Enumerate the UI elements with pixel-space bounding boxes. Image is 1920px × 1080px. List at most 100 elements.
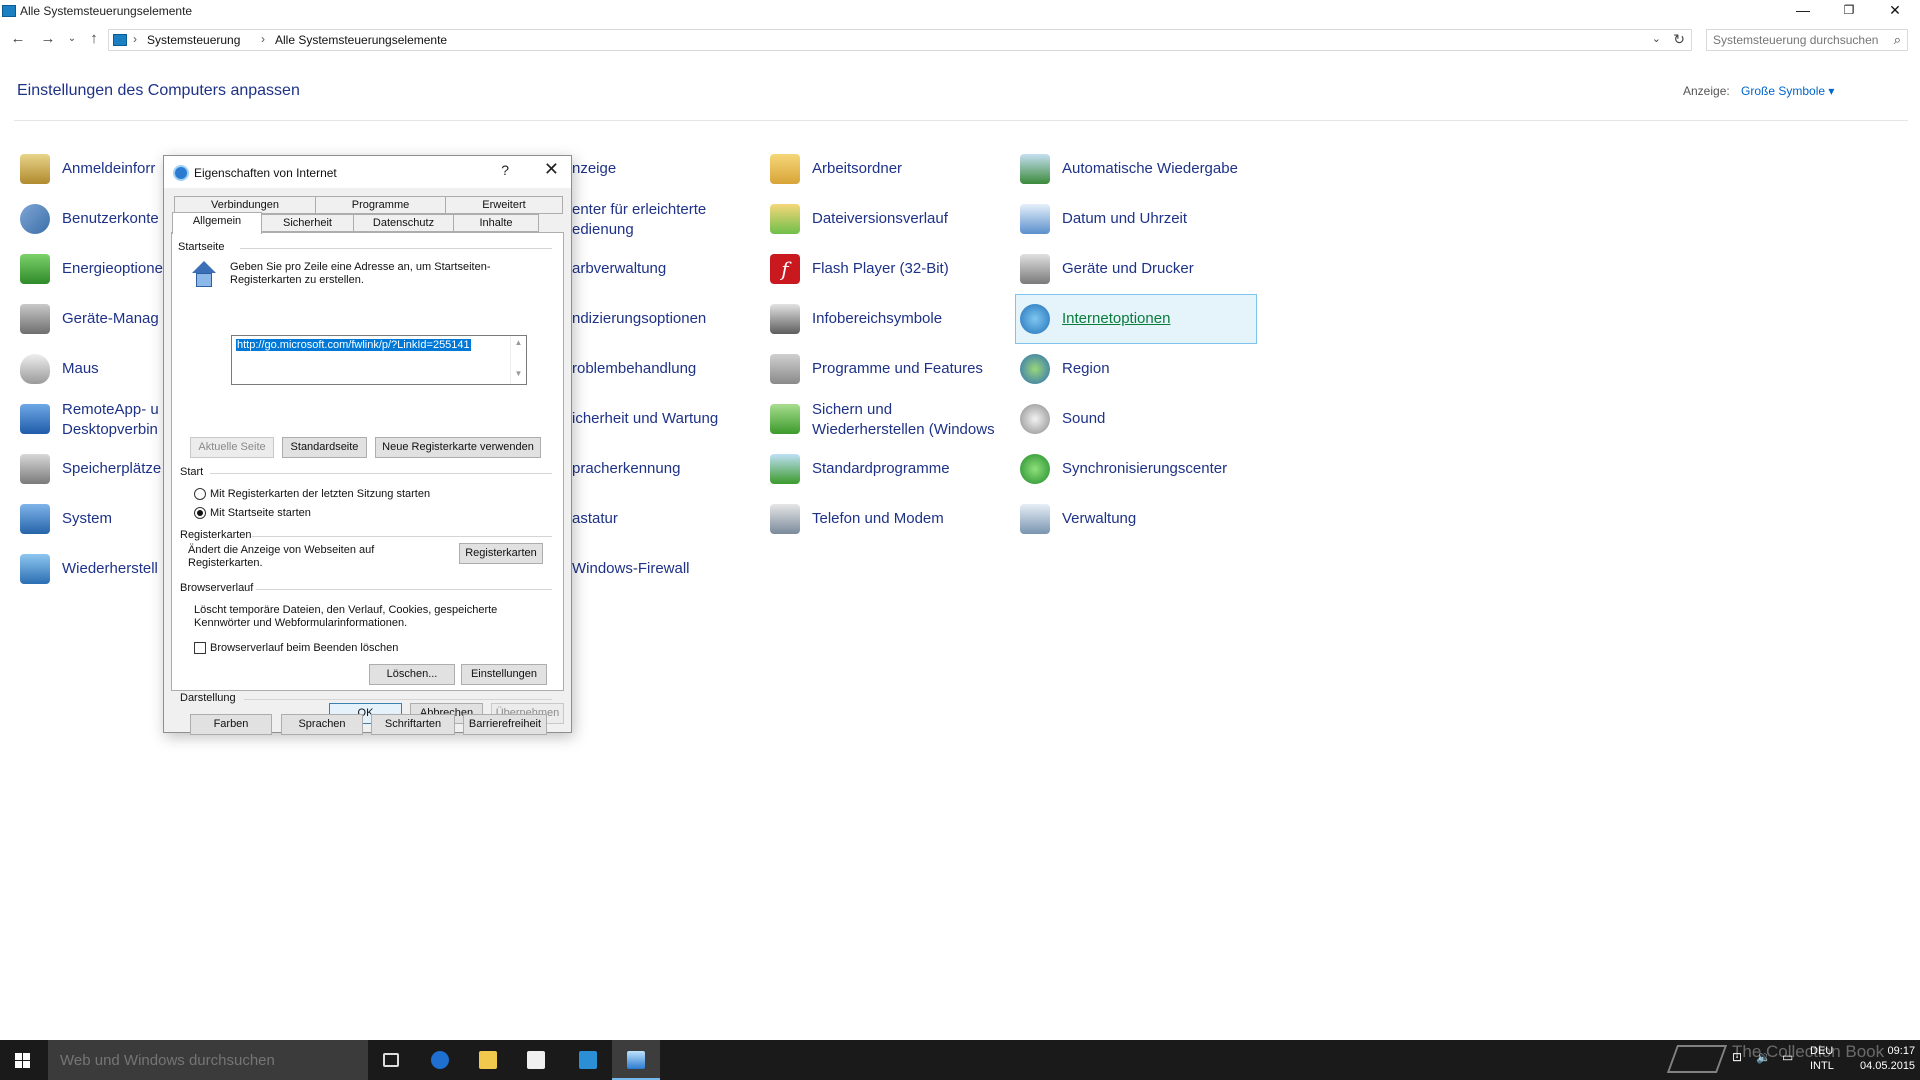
cp-item-geraete-drucker[interactable]: Geräte und Drucker (1018, 246, 1258, 294)
scroll-up-arrow-icon[interactable]: ▲ (511, 338, 526, 347)
task-view-icon (383, 1053, 399, 1067)
radio-start-homepage-label[interactable]: Mit Startseite starten (210, 507, 311, 520)
delete-history-on-exit-checkbox[interactable] (194, 642, 206, 654)
taskbar: ⊡ 🔉 ▭ DEU INTL 09:17 04.05.2015 (0, 1040, 1920, 1080)
window-title: Alle Systemsteuerungselemente (20, 4, 193, 18)
recent-locations-chevron-icon[interactable]: ⌄ (62, 30, 82, 50)
work-folders-icon (770, 154, 800, 184)
tab-sicherheit[interactable]: Sicherheit (261, 214, 354, 232)
taskbar-app-control-panel[interactable] (564, 1040, 612, 1080)
taskbar-app-ie[interactable] (416, 1040, 464, 1080)
cp-item-standardprogramme[interactable]: Standardprogramme (768, 446, 1008, 494)
notification-area-icon (770, 304, 800, 334)
programs-features-icon (770, 354, 800, 384)
minimize-button[interactable]: — (1780, 0, 1826, 22)
page-title: Einstellungen des Computers anpassen (17, 82, 300, 99)
fonts-button[interactable]: Schriftarten (371, 714, 455, 735)
windows-logo-icon (15, 1053, 31, 1068)
taskbar-search-input[interactable] (60, 1051, 350, 1069)
start-button[interactable] (0, 1040, 48, 1080)
cp-item-arbeitsordner[interactable]: Arbeitsordner (768, 146, 1008, 194)
back-arrow-icon[interactable]: ← (8, 30, 28, 50)
view-mode-dropdown[interactable]: Große Symbole ▾ (1741, 84, 1834, 98)
breadcrumb-all-items[interactable]: Alle Systemsteuerungselemente (275, 33, 447, 47)
tab-datenschutz[interactable]: Datenschutz (353, 214, 454, 232)
delete-history-on-exit-label[interactable]: Browserverlauf beim Beenden löschen (210, 642, 398, 655)
cp-item-programme-features[interactable]: Programme und Features (768, 346, 1008, 394)
history-settings-button[interactable]: Einstellungen (461, 664, 547, 685)
history-description: Löscht temporäre Dateien, den Verlauf, C… (194, 604, 498, 629)
cp-item-sound[interactable]: Sound (1018, 396, 1258, 444)
close-icon[interactable]: ✕ (544, 159, 559, 180)
tab-inhalte[interactable]: Inhalte (453, 214, 539, 232)
cp-item-verwaltung[interactable]: Verwaltung (1018, 496, 1258, 544)
region-globe-icon (1020, 354, 1050, 384)
search-icon[interactable]: ⌕ (1894, 32, 1901, 48)
taskbar-app-store[interactable] (512, 1040, 560, 1080)
view-label: Anzeige: (1683, 84, 1730, 98)
scroll-down-arrow-icon[interactable]: ▼ (511, 369, 526, 378)
address-dropdown-icon[interactable]: ⌄ (1652, 32, 1661, 45)
file-history-icon (770, 204, 800, 234)
tabs-description: Ändert die Anzeige von Webseiten auf Reg… (188, 544, 375, 569)
cp-item-region[interactable]: Region (1018, 346, 1258, 394)
address-field[interactable]: › Systemsteuerung › Alle Systemsteuerung… (108, 29, 1692, 51)
startseite-description: Geben Sie pro Zeile eine Adresse an, um … (230, 261, 491, 286)
power-options-icon (20, 254, 50, 284)
new-tab-page-button[interactable]: Neue Registerkarte verwenden (375, 437, 541, 458)
colors-button[interactable]: Farben (190, 714, 272, 735)
tabs-settings-button[interactable]: Registerkarten (459, 543, 543, 564)
device-manager-icon (20, 304, 50, 334)
remote-desktop-icon (20, 404, 50, 434)
search-box[interactable]: ⌕ (1706, 29, 1908, 51)
up-arrow-icon[interactable]: ↑ (84, 30, 104, 50)
group-start: Start (180, 466, 204, 478)
recovery-icon (20, 554, 50, 584)
default-page-button[interactable]: Standardseite (282, 437, 367, 458)
cp-item-telefon-modem[interactable]: Telefon und Modem (768, 496, 1008, 544)
textarea-scrollbar[interactable]: ▲ ▼ (510, 336, 526, 384)
radio-last-session[interactable] (194, 488, 206, 500)
tab-erweitert[interactable]: Erweitert (445, 196, 563, 214)
close-button[interactable]: ✕ (1872, 0, 1918, 22)
default-programs-icon (770, 454, 800, 484)
current-page-button[interactable]: Aktuelle Seite (190, 437, 274, 458)
group-divider (244, 699, 552, 700)
cp-item-internetoptionen[interactable]: Internetoptionen (1015, 294, 1257, 344)
task-view-button[interactable] (368, 1040, 416, 1080)
breadcrumb-systemsteuerung[interactable]: Systemsteuerung (147, 33, 240, 47)
flash-player-icon: f (770, 254, 800, 284)
cp-item-infobereichsymbole[interactable]: Infobereichsymbole (768, 296, 1008, 344)
credentials-vault-icon (20, 154, 50, 184)
homepage-url-textarea[interactable]: http://go.microsoft.com/fwlink/p/?LinkId… (231, 335, 527, 385)
taskbar-search-box[interactable] (48, 1040, 368, 1080)
group-darstellung: Darstellung (180, 692, 236, 704)
cp-item-datum-uhrzeit[interactable]: Datum und Uhrzeit (1018, 196, 1258, 244)
phone-modem-icon (770, 504, 800, 534)
accessibility-button[interactable]: Barrierefreiheit (463, 714, 547, 735)
general-tab-panel: Startseite Geben Sie pro Zeile eine Adre… (171, 232, 564, 735)
delete-history-button[interactable]: Löschen... (369, 664, 455, 685)
control-panel-icon (579, 1051, 597, 1069)
tab-allgemein[interactable]: Allgemein (172, 212, 262, 234)
cp-item-sichern-wiederherstellen[interactable]: Sichern und Wiederherstellen (Windows 7) (768, 396, 1008, 440)
refresh-icon[interactable]: ↻ (1673, 31, 1685, 48)
cp-item-dateiversionsverlauf[interactable]: Dateiversionsverlauf (768, 196, 1008, 244)
taskbar-app-internet-options[interactable] (612, 1040, 660, 1080)
header-divider (14, 120, 1908, 121)
cp-item-automatische-wiedergabe[interactable]: Automatische Wiedergabe (1018, 146, 1258, 194)
restore-button[interactable]: ❐ (1826, 0, 1872, 22)
internet-options-icon (1020, 304, 1050, 334)
cp-item-synchronisierungscenter[interactable]: Synchronisierungscenter (1018, 446, 1258, 494)
control-panel-icon (113, 34, 127, 46)
taskbar-app-explorer[interactable] (464, 1040, 512, 1080)
radio-last-session-label[interactable]: Mit Registerkarten der letzten Sitzung s… (210, 488, 430, 501)
search-input[interactable] (1713, 32, 1883, 48)
forward-arrow-icon[interactable]: → (38, 30, 58, 50)
watermark-text: The Collection Book (1732, 1042, 1885, 1061)
languages-button[interactable]: Sprachen (281, 714, 363, 735)
tab-programme[interactable]: Programme (315, 196, 446, 214)
help-icon[interactable]: ? (501, 162, 509, 178)
cp-item-flash-player[interactable]: f Flash Player (32-Bit) (768, 246, 1008, 294)
radio-start-homepage[interactable] (194, 507, 206, 519)
